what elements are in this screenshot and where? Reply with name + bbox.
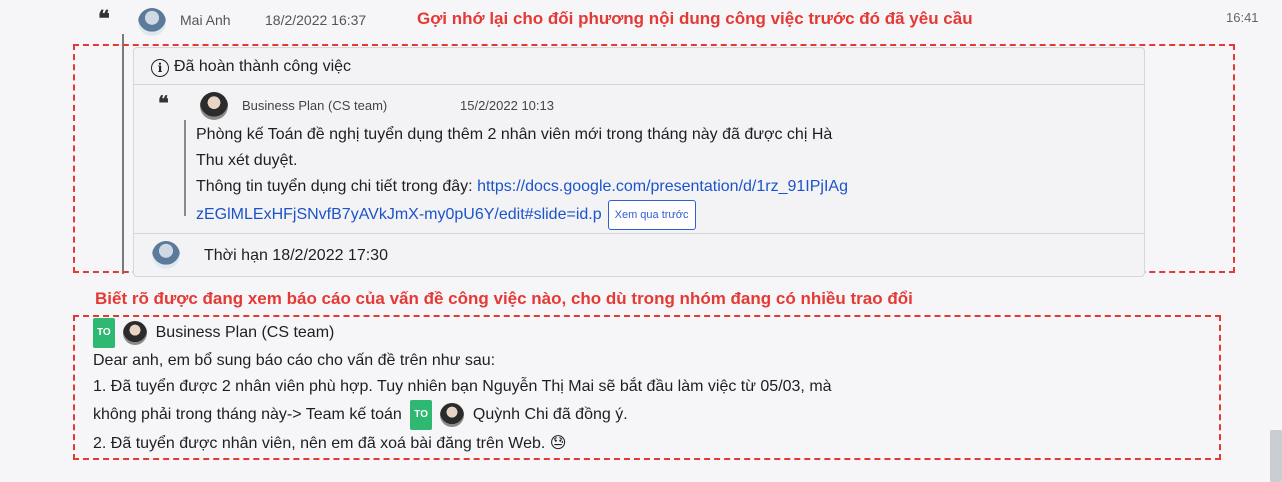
task-status: Đã hoàn thành công việc: [174, 58, 352, 75]
message-datetime: 18/2/2022 16:37: [265, 12, 367, 28]
doc-link-part-1[interactable]: https://docs.google.com/presentation/d/1…: [477, 178, 848, 195]
avatar[interactable]: [138, 8, 166, 36]
quote-icon: ❝: [158, 91, 169, 115]
avatar[interactable]: [440, 403, 465, 427]
avatar[interactable]: [200, 92, 228, 120]
scrollbar[interactable]: [1270, 430, 1282, 482]
quoted-body: Phòng kế Toán đề nghị tuyển dụng thêm 2 …: [196, 122, 1126, 230]
message-body: TO Business Plan (CS team) Dear anh, em …: [93, 318, 1203, 457]
to-tag: TO: [93, 318, 115, 348]
item-2-text: 2. Đã tuyển được nhân viên, nên em đã xo…: [93, 435, 546, 452]
avatar[interactable]: [123, 321, 148, 345]
task-card[interactable]: i Đã hoàn thành công việc ❝ Business Pla…: [133, 47, 1145, 277]
recipient-line: TO Business Plan (CS team): [93, 318, 1203, 348]
quoted-line-4: zEGlMLExHFjSNvfB7yAVkJmX-my0pU6Y/edit#sl…: [196, 200, 1126, 230]
time-right: 16:41: [1226, 10, 1259, 25]
quoted-line-3-text: Thông tin tuyển dụng chi tiết trong đây:: [196, 178, 478, 195]
divider: [134, 233, 1144, 234]
quoted-datetime: 15/2/2022 10:13: [460, 98, 554, 113]
greeting: Dear anh, em bổ sung báo cáo cho vấn đề …: [93, 352, 496, 369]
quoted-author[interactable]: Business Plan (CS team): [242, 98, 387, 113]
item-2: 2. Đã tuyển được nhân viên, nên em đã xo…: [93, 430, 1203, 457]
quoted-line-3: Thông tin tuyển dụng chi tiết trong đây:…: [196, 174, 1126, 200]
mention-to-tag: TO: [410, 400, 432, 430]
mention-name[interactable]: Quỳnh Chi đã đồng ý.: [473, 406, 628, 423]
quote-icon: ❝: [98, 6, 110, 32]
emoji: 😓: [549, 433, 567, 452]
preview-button[interactable]: Xem qua trước: [607, 200, 696, 230]
avatar[interactable]: [152, 241, 180, 269]
info-icon: i: [151, 59, 169, 77]
divider: [134, 84, 1144, 85]
item-1-line-2: không phải trong tháng này-> Team kế toá…: [93, 400, 1203, 430]
deadline: Thời hạn 18/2/2022 17:30: [204, 247, 388, 264]
recipient-name[interactable]: Business Plan (CS team): [156, 324, 335, 341]
quote-bar: [184, 120, 186, 216]
author-name[interactable]: Mai Anh: [180, 12, 231, 28]
quoted-line-2: Thu xét duyệt.: [196, 152, 298, 169]
annotation-note-2: Biết rõ được đang xem báo cáo của vấn đề…: [95, 289, 913, 308]
item-1-line-1: 1. Đã tuyển được 2 nhân viên phù hợp. Tu…: [93, 378, 832, 395]
doc-link-part-2[interactable]: zEGlMLExHFjSNvfB7yAVkJmX-my0pU6Y/edit#sl…: [196, 206, 602, 223]
annotation-note-1: Gợi nhớ lại cho đối phương nội dung công…: [417, 9, 973, 28]
item-1-text: không phải trong tháng này-> Team kế toá…: [93, 406, 402, 424]
quoted-line-1: Phòng kế Toán đề nghị tuyển dụng thêm 2 …: [196, 126, 833, 143]
